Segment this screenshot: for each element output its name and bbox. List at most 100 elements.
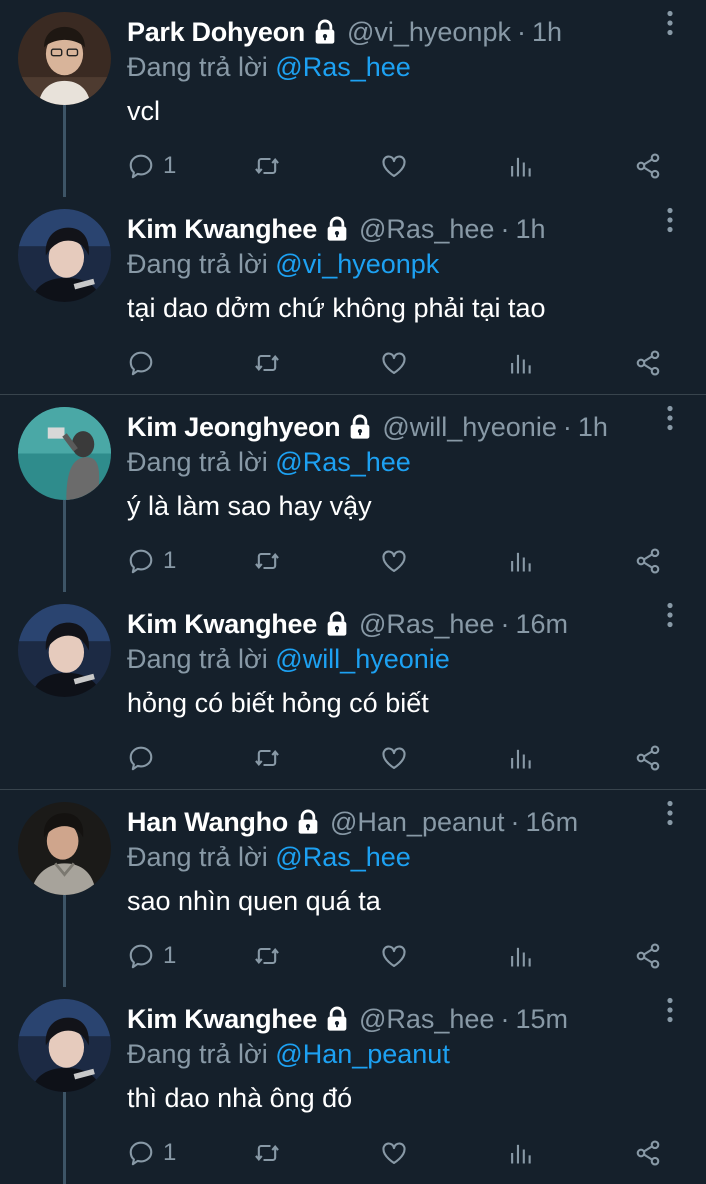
retweet-button[interactable] [253, 938, 281, 974]
author-handle[interactable]: @will_hyeonie [382, 409, 557, 445]
replying-to-handle[interactable]: @Ras_hee [275, 842, 411, 872]
lock-icon [323, 610, 351, 638]
reply-icon [127, 942, 155, 970]
replying-to-handle[interactable]: @Han_peanut [275, 1039, 450, 1069]
avatar-kim-kwanghee [18, 209, 111, 302]
more-options-icon[interactable] [666, 10, 674, 36]
more-options-icon[interactable] [666, 997, 674, 1023]
timestamp[interactable]: 1h [578, 409, 608, 445]
retweet-button[interactable] [253, 740, 281, 776]
retweet-button[interactable] [253, 1135, 281, 1171]
retweet-button[interactable] [253, 543, 281, 579]
retweet-icon [253, 152, 281, 180]
author-name[interactable]: Han Wangho [127, 804, 288, 840]
more-options-icon[interactable] [666, 207, 674, 233]
reply-count: 1 [163, 942, 177, 969]
avatar[interactable] [18, 407, 111, 500]
analytics-button[interactable] [507, 740, 535, 776]
share-button[interactable] [634, 740, 662, 776]
tweet-text: sao nhìn quen quá ta [127, 886, 381, 916]
heart-icon [380, 349, 408, 377]
reply-button[interactable]: 1 [127, 148, 176, 184]
analytics-button[interactable] [507, 1135, 535, 1171]
timestamp[interactable]: 1h [515, 211, 545, 247]
share-icon [634, 744, 662, 772]
avatar[interactable] [18, 802, 111, 895]
reply-button[interactable]: 1 [127, 543, 176, 579]
share-button[interactable] [634, 543, 662, 579]
separator-dot: · [500, 609, 510, 639]
author-name[interactable]: Kim Kwanghee [127, 211, 317, 247]
analytics-button[interactable] [507, 938, 535, 974]
reply-icon [127, 744, 155, 772]
tweet[interactable]: Park Dohyeon @vi_hyeonpk · 1h Đang trả l… [0, 0, 706, 197]
author-handle[interactable]: @Ras_hee [359, 211, 495, 247]
analytics-button[interactable] [507, 543, 535, 579]
like-button[interactable] [380, 1135, 408, 1171]
lock-icon [323, 215, 351, 243]
retweet-button[interactable] [253, 148, 281, 184]
replying-to-handle[interactable]: @vi_hyeonpk [275, 249, 439, 279]
more-options-icon[interactable] [666, 800, 674, 826]
retweet-icon [253, 1139, 281, 1167]
tweet[interactable]: Kim Jeonghyeon @will_hyeonie · 1h Đang t… [0, 395, 706, 592]
timestamp[interactable]: 15m [515, 1001, 568, 1037]
analytics-button[interactable] [507, 345, 535, 381]
replying-to: Đang trả lời @Han_peanut [127, 1037, 706, 1071]
author-name[interactable]: Kim Kwanghee [127, 606, 317, 642]
replying-to-label: Đang trả lời [127, 52, 268, 82]
author-name[interactable]: Park Dohyeon [127, 14, 305, 50]
analytics-button[interactable] [507, 148, 535, 184]
author-name[interactable]: Kim Kwanghee [127, 1001, 317, 1037]
author-handle[interactable]: @Han_peanut [330, 804, 505, 840]
tweet-actions: 1 [127, 148, 666, 184]
tweet[interactable]: Kim Kwanghee @Ras_hee · 16m Đang trả lời… [0, 592, 706, 790]
replying-to-handle[interactable]: @Ras_hee [275, 447, 411, 477]
reply-count: 1 [163, 1139, 177, 1166]
reply-icon [127, 152, 155, 180]
replying-to-handle[interactable]: @will_hyeonie [275, 644, 450, 674]
lock-icon [311, 18, 339, 46]
tweet-text: hỏng có biết hỏng có biết [127, 688, 429, 718]
author-handle[interactable]: @Ras_hee [359, 1001, 495, 1037]
separator-dot: · [500, 1004, 510, 1034]
share-button[interactable] [634, 345, 662, 381]
timestamp[interactable]: 1h [532, 14, 562, 50]
like-button[interactable] [380, 740, 408, 776]
avatar[interactable] [18, 12, 111, 105]
tweet-actions: 1 [127, 543, 666, 579]
retweet-button[interactable] [253, 345, 281, 381]
retweet-icon [253, 744, 281, 772]
avatar[interactable] [18, 604, 111, 697]
avatar[interactable] [18, 209, 111, 302]
replying-to-label: Đang trả lời [127, 644, 268, 674]
timestamp[interactable]: 16m [515, 606, 568, 642]
avatar-han-wangho [18, 802, 111, 895]
author-name[interactable]: Kim Jeonghyeon [127, 409, 341, 445]
retweet-icon [253, 349, 281, 377]
heart-icon [380, 744, 408, 772]
like-button[interactable] [380, 345, 408, 381]
author-handle[interactable]: @vi_hyeonpk [347, 14, 511, 50]
tweet[interactable]: Kim Kwanghee @Ras_hee · 1h Đang trả lời … [0, 197, 706, 395]
replying-to-handle[interactable]: @Ras_hee [275, 52, 411, 82]
more-options-icon[interactable] [666, 405, 674, 431]
share-button[interactable] [634, 148, 662, 184]
reply-button[interactable] [127, 345, 163, 381]
avatar[interactable] [18, 999, 111, 1092]
author-handle[interactable]: @Ras_hee [359, 606, 495, 642]
reply-button[interactable]: 1 [127, 938, 176, 974]
like-button[interactable] [380, 543, 408, 579]
tweet[interactable]: Han Wangho @Han_peanut · 16m Đang trả lờ… [0, 790, 706, 987]
like-button[interactable] [380, 148, 408, 184]
replying-to-label: Đang trả lời [127, 842, 268, 872]
avatar-kim-kwanghee [18, 604, 111, 697]
reply-button[interactable]: 1 [127, 1135, 176, 1171]
more-options-icon[interactable] [666, 602, 674, 628]
share-button[interactable] [634, 938, 662, 974]
share-button[interactable] [634, 1135, 662, 1171]
timestamp[interactable]: 16m [526, 804, 579, 840]
reply-button[interactable] [127, 740, 163, 776]
like-button[interactable] [380, 938, 408, 974]
tweet[interactable]: Kim Kwanghee @Ras_hee · 15m Đang trả lời… [0, 987, 706, 1184]
